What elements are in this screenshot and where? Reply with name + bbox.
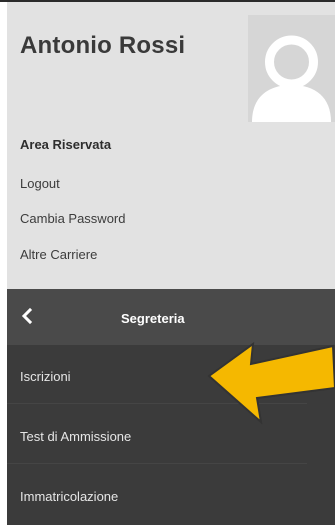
menu-item-immatricolazione[interactable]: Immatricolazione <box>7 465 307 524</box>
menu-item-label: Iscrizioni <box>20 369 71 384</box>
menu-item-label: Test di Ammissione <box>20 429 132 444</box>
other-careers-link[interactable]: Altre Carriere <box>20 247 97 262</box>
chevron-left-icon[interactable] <box>17 306 37 326</box>
menu-title: Segreteria <box>121 311 185 326</box>
menu-item-label: Immatricolazione <box>20 489 119 504</box>
area-riservata-heading: Area Riservata <box>20 137 112 152</box>
logout-link[interactable]: Logout <box>20 176 60 191</box>
user-panel: Antonio Rossi Area Riservata Logout Camb… <box>7 2 335 289</box>
menu-header: Segreteria <box>7 289 335 345</box>
user-name: Antonio Rossi <box>20 32 186 59</box>
change-password-link[interactable]: Cambia Password <box>20 211 126 226</box>
user-avatar-icon <box>248 15 335 122</box>
pointing-arrow-icon <box>205 338 335 428</box>
